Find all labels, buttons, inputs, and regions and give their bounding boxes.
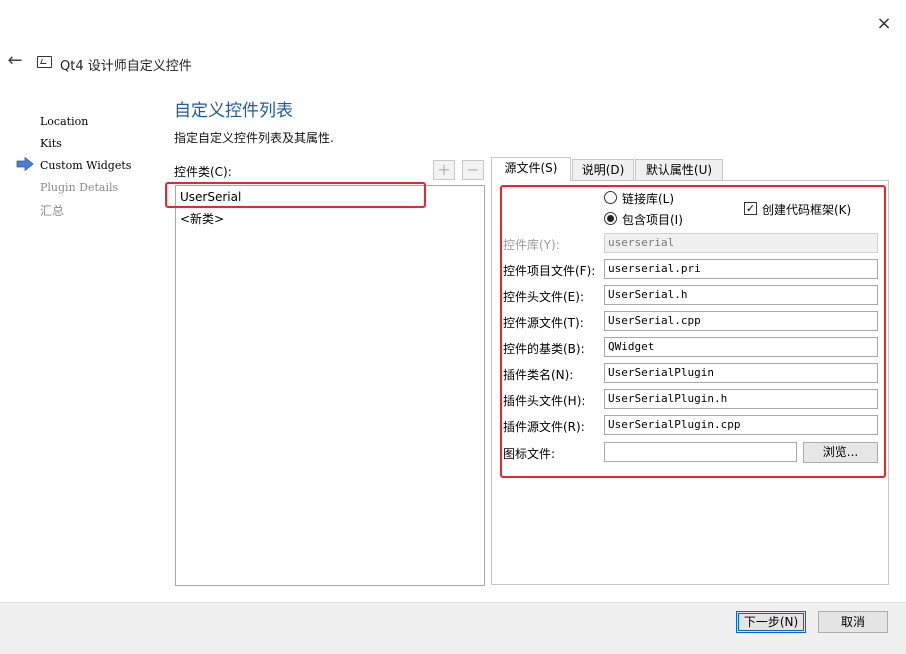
current-step-arrow-icon xyxy=(16,157,34,171)
page-title: 自定义控件列表 xyxy=(174,101,293,121)
next-button[interactable]: 下一步(N) xyxy=(736,611,806,633)
cancel-button[interactable]: 取消 xyxy=(818,611,888,633)
highlight-box xyxy=(500,185,886,478)
wizard-window-icon xyxy=(37,56,52,68)
tab-default-properties[interactable]: 默认属性(U) xyxy=(635,159,723,180)
tab-description[interactable]: 说明(D) xyxy=(572,159,634,180)
list-item[interactable]: <新类> xyxy=(180,210,224,227)
close-icon[interactable]: × xyxy=(872,12,896,36)
step-plugin-details: Plugin Details xyxy=(40,181,119,194)
tab-source-files[interactable]: 源文件(S) xyxy=(491,157,571,181)
widget-class-list[interactable] xyxy=(175,185,485,586)
highlight-box xyxy=(165,182,426,208)
step-location: Location xyxy=(40,115,89,128)
step-custom-widgets: Custom Widgets xyxy=(40,159,132,172)
step-summary: 汇总 xyxy=(40,204,65,218)
widget-class-label: 控件类(C): xyxy=(174,165,232,179)
wizard-title: Qt4 设计师自定义控件 xyxy=(60,59,192,74)
page-subtitle: 指定自定义控件列表及其属性. xyxy=(174,131,334,145)
remove-class-button[interactable]: − xyxy=(462,160,484,180)
step-kits: Kits xyxy=(40,137,62,150)
back-arrow-icon[interactable]: ← xyxy=(4,50,26,72)
add-class-button[interactable]: + xyxy=(433,160,455,180)
